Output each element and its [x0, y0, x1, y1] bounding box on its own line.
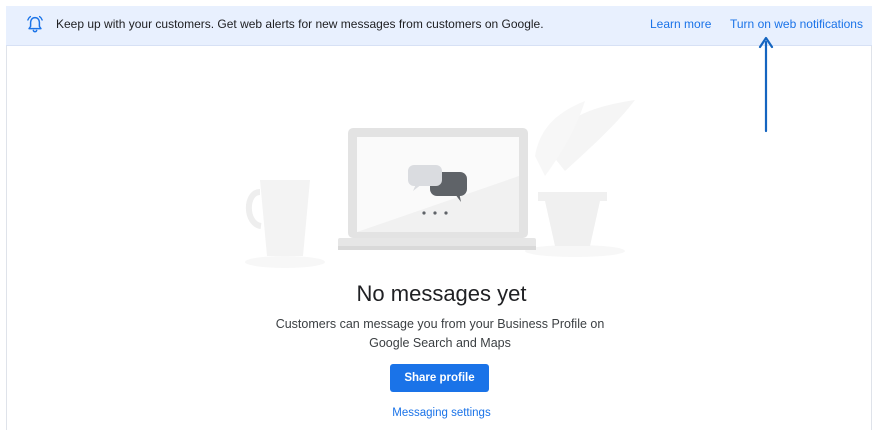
- empty-state-title: No messages yet: [356, 281, 527, 306]
- turn-on-notifications-link[interactable]: Turn on web notifications: [730, 17, 863, 31]
- empty-state-description: Customers can message you from your Busi…: [275, 317, 605, 350]
- laptop-chat-bubbles-illustration: [245, 100, 635, 268]
- annotation-arrow-icon: [758, 36, 774, 133]
- notification-banner: Keep up with your customers. Get web ale…: [6, 6, 872, 46]
- learn-more-link[interactable]: Learn more: [650, 17, 711, 31]
- bell-alert-icon: [27, 15, 43, 33]
- banner-message: Keep up with your customers. Get web ale…: [56, 17, 544, 31]
- share-profile-button[interactable]: Share profile: [390, 364, 489, 392]
- messaging-settings-link[interactable]: Messaging settings: [0, 407, 883, 419]
